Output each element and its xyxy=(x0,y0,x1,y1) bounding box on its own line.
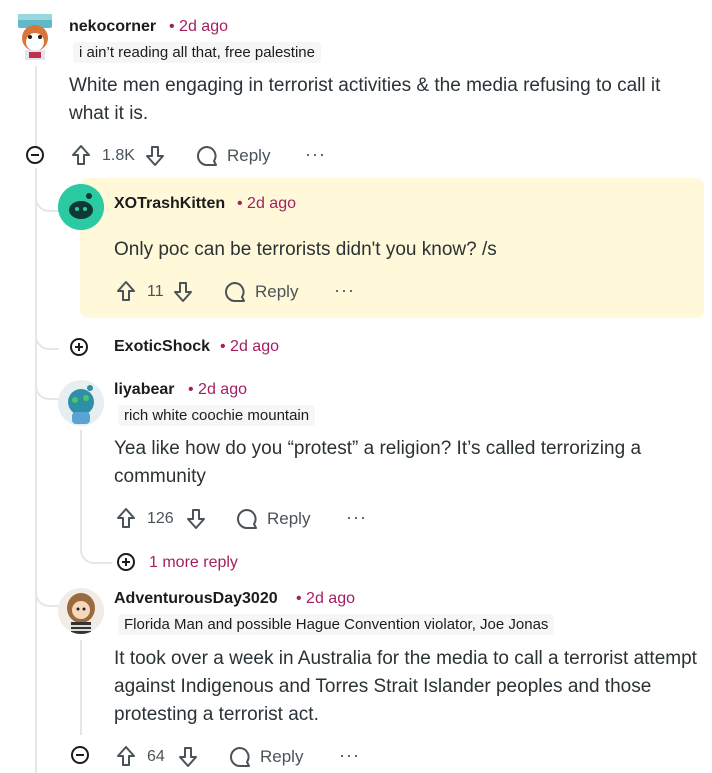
upvote-button[interactable] xyxy=(114,506,138,530)
downvote-button[interactable] xyxy=(143,144,167,168)
reply-button[interactable]: Reply xyxy=(195,144,270,168)
reply-label: Reply xyxy=(255,282,299,301)
timestamp: • 2d ago xyxy=(237,195,296,212)
reply-label: Reply xyxy=(260,747,304,766)
thread-line-main xyxy=(35,168,37,773)
username[interactable]: AdventurousDay3020 xyxy=(114,590,278,608)
avatar[interactable] xyxy=(58,380,104,426)
comment-bubble-icon xyxy=(197,146,217,166)
username[interactable]: XOTrashKitten xyxy=(114,195,225,213)
thread-curve-2 xyxy=(35,300,59,350)
collapse-thread-button[interactable] xyxy=(26,146,44,164)
reply-label: Reply xyxy=(267,509,311,528)
thread-curve-3 xyxy=(35,350,59,400)
more-options-button[interactable]: ··· xyxy=(346,507,367,528)
avatar[interactable] xyxy=(14,12,56,62)
vote-count: 126 xyxy=(147,510,174,527)
downvote-button[interactable] xyxy=(184,507,208,531)
comment-body: Yea like how do you “protest” a religion… xyxy=(114,438,642,487)
downvote-icon xyxy=(174,282,192,302)
username[interactable]: liyabear xyxy=(114,381,174,399)
downvote-icon xyxy=(187,509,205,529)
comment-bubble-icon xyxy=(230,747,250,767)
timestamp: • 2d ago xyxy=(296,590,355,607)
thread-line-adventurous xyxy=(80,640,82,735)
user-flair: i ain’t reading all that, free palestine xyxy=(73,42,321,63)
user-flair: Florida Man and possible Hague Conventio… xyxy=(118,614,555,635)
username[interactable]: ExoticShock xyxy=(114,338,210,356)
thread-curve-1 xyxy=(35,170,59,212)
reply-button[interactable]: Reply xyxy=(223,280,298,304)
username[interactable]: nekocorner xyxy=(69,18,156,36)
avatar[interactable] xyxy=(58,184,104,230)
upvote-icon xyxy=(117,508,135,528)
vote-count: 1.8K xyxy=(102,147,135,164)
timestamp: • 2d ago xyxy=(169,18,228,35)
upvote-button[interactable] xyxy=(114,744,138,768)
upvote-button[interactable] xyxy=(114,279,138,303)
timestamp: • 2d ago xyxy=(188,381,247,398)
reply-button[interactable]: Reply xyxy=(228,745,303,769)
user-flair: rich white coochie mountain xyxy=(118,405,316,426)
reply-button[interactable]: Reply xyxy=(235,507,310,531)
expand-thread-button[interactable] xyxy=(70,338,88,356)
comment-body: It took over a week in Australia for the… xyxy=(114,648,697,725)
upvote-icon xyxy=(117,281,135,301)
comment-body: Only poc can be terrorists didn't you kn… xyxy=(114,239,497,260)
collapse-thread-button[interactable] xyxy=(71,746,89,764)
more-replies-icon[interactable] xyxy=(117,553,135,571)
more-options-button[interactable]: ··· xyxy=(334,280,355,301)
downvote-icon xyxy=(146,146,164,166)
more-options-button[interactable]: ··· xyxy=(339,745,360,766)
downvote-icon xyxy=(179,747,197,767)
more-options-button[interactable]: ··· xyxy=(305,144,326,165)
upvote-button[interactable] xyxy=(69,143,93,167)
timestamp: • 2d ago xyxy=(220,338,279,355)
thread-line-root xyxy=(35,66,37,146)
avatar[interactable] xyxy=(58,588,104,634)
downvote-button[interactable] xyxy=(176,745,200,769)
comment-body: White men engaging in terrorist activiti… xyxy=(69,75,661,124)
upvote-icon xyxy=(72,145,90,165)
downvote-button[interactable] xyxy=(171,280,195,304)
thread-curve-4 xyxy=(35,560,59,607)
vote-count: 64 xyxy=(147,748,165,765)
more-replies-link[interactable]: 1 more reply xyxy=(149,554,238,572)
comment-bubble-icon xyxy=(237,509,257,529)
vote-count: 11 xyxy=(147,283,164,300)
comment-bubble-icon xyxy=(225,282,245,302)
thread-curve-more xyxy=(80,520,112,564)
upvote-icon xyxy=(117,746,135,766)
reply-label: Reply xyxy=(227,146,271,165)
